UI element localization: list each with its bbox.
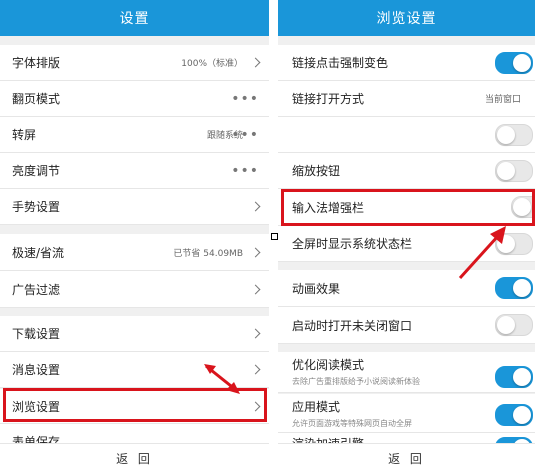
toggle-switch[interactable] <box>495 314 533 336</box>
row-label: 全屏时显示系统状态栏 <box>292 237 413 251</box>
toggle-switch[interactable] <box>495 404 533 426</box>
toggle-switch[interactable] <box>495 159 533 182</box>
row-label: 链接点击强制变色 <box>292 56 389 70</box>
browse-settings-title-bar: 浏览设置 <box>278 0 535 36</box>
toggle-switch[interactable] <box>495 366 533 388</box>
row-brightness[interactable]: 亮度调节 ••• <box>0 153 269 189</box>
row-label: 极速/省流 <box>12 245 65 260</box>
chevron-right-icon <box>250 247 261 257</box>
settings-title-bar: 设置 <box>0 0 269 36</box>
row-label: 消息设置 <box>12 363 61 377</box>
row-label: 广告过滤 <box>12 282 61 297</box>
back-button[interactable]: 返 回 <box>278 443 535 472</box>
row-app-mode[interactable]: 应用模式 允许页面游戏等特殊网页自动全屏 <box>278 394 535 433</box>
row-label: 应用模式 <box>292 400 341 414</box>
row-reading-mode[interactable]: 优化阅读模式 去除广告重排版给予小说阅读新体验 <box>278 352 535 393</box>
back-label: 返 回 <box>388 451 425 466</box>
more-dots-icon: ••• <box>231 126 259 143</box>
row-label: 动画效果 <box>292 281 341 296</box>
row-label: 转屏 <box>12 128 37 142</box>
red-arrow-icon <box>204 364 240 394</box>
chevron-right-icon <box>250 201 261 212</box>
row-rotate-screen[interactable]: 转屏 跟随系统 ••• <box>0 117 269 153</box>
row-link-force-color[interactable]: 链接点击强制变色 <box>278 45 535 81</box>
more-dots-icon: ••• <box>231 162 259 179</box>
row-hidden-setting[interactable] <box>278 117 535 153</box>
row-label: 翻页模式 <box>12 92 61 106</box>
row-label: 下载设置 <box>12 327 61 341</box>
row-link-open-mode[interactable]: 链接打开方式 当前窗口 <box>278 81 535 117</box>
back-label: 返 回 <box>116 451 153 466</box>
row-gesture-settings[interactable]: 手势设置 <box>0 189 269 225</box>
chevron-right-icon <box>250 328 261 339</box>
row-label: 手势设置 <box>12 200 61 214</box>
selection-marker <box>271 233 278 240</box>
row-label: 亮度调节 <box>12 164 61 178</box>
settings-title: 设置 <box>119 11 150 27</box>
row-restore-windows[interactable]: 启动时打开未关闭窗口 <box>278 307 535 344</box>
toggle-switch[interactable] <box>495 123 533 146</box>
row-label: 字体排版 <box>12 56 61 70</box>
row-zoom-buttons[interactable]: 缩放按钮 <box>278 153 535 189</box>
red-arrow-icon <box>458 226 506 280</box>
row-label: 链接打开方式 <box>292 92 365 106</box>
row-label: 优化阅读模式 <box>292 358 365 372</box>
row-subtitle: 允许页面游戏等特殊网页自动全屏 <box>292 419 412 428</box>
row-value: 当前窗口 <box>484 95 521 105</box>
chevron-right-icon <box>250 364 261 375</box>
row-value: 100%（标准） <box>181 59 243 69</box>
row-font-layout[interactable]: 字体排版 100%（标准） <box>0 45 269 81</box>
row-label: 缩放按钮 <box>292 164 341 178</box>
chevron-right-icon <box>250 284 261 294</box>
row-label: 启动时打开未关闭窗口 <box>292 318 413 333</box>
row-subtitle: 去除广告重排版给予小说阅读新体验 <box>292 377 420 386</box>
row-speed-data-saving[interactable]: 极速/省流 已节省 54.09MB <box>0 234 269 271</box>
more-dots-icon: ••• <box>231 90 259 107</box>
back-button[interactable]: 返 回 <box>0 443 269 472</box>
row-value: 已节省 54.09MB <box>173 248 243 259</box>
browse-settings-title: 浏览设置 <box>376 11 437 27</box>
row-download-settings[interactable]: 下载设置 <box>0 316 269 352</box>
toggle-switch[interactable] <box>495 51 533 74</box>
row-page-turn-mode[interactable]: 翻页模式 ••• <box>0 81 269 117</box>
chevron-right-icon <box>250 57 261 68</box>
highlight-ime-enhance-bar <box>281 189 535 226</box>
row-ad-filter[interactable]: 广告过滤 <box>0 271 269 308</box>
